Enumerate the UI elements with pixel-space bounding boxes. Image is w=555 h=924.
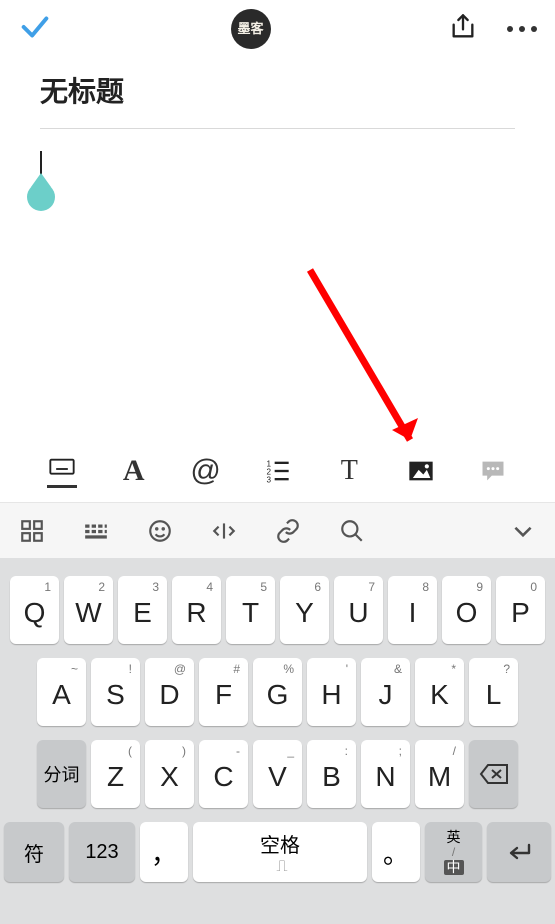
keyboard-row-4: 符 123 ， 空格⎍ 。 英 / 中 — [4, 822, 551, 882]
key-N[interactable]: ;N — [361, 740, 410, 808]
mic-icon: ⎍ — [276, 858, 287, 876]
enter-key[interactable] — [487, 822, 551, 882]
key-L[interactable]: ?L — [469, 658, 518, 726]
key-S[interactable]: !S — [91, 658, 140, 726]
key-X[interactable]: )X — [145, 740, 194, 808]
font-style-button[interactable]: A — [114, 451, 154, 491]
key-M[interactable]: /M — [415, 740, 464, 808]
key-Q[interactable]: 1Q — [10, 576, 59, 644]
confirm-button[interactable] — [18, 10, 52, 49]
svg-text:3: 3 — [267, 476, 272, 485]
key-E[interactable]: 3E — [118, 576, 167, 644]
key-P[interactable]: 0P — [496, 576, 545, 644]
title-style-button[interactable]: T — [329, 451, 369, 491]
keyboard-row-1: 1Q2W3E4R5T6Y7U8I9O0P — [4, 576, 551, 644]
clipboard-link-icon[interactable] — [270, 513, 306, 549]
backspace-key[interactable] — [469, 740, 518, 808]
annotation-arrow — [290, 260, 450, 470]
keyboard-layout-icon[interactable] — [78, 513, 114, 549]
emoji-icon[interactable] — [142, 513, 178, 549]
keyboard-quick-row — [0, 502, 555, 558]
key-C[interactable]: -C — [199, 740, 248, 808]
key-J[interactable]: &J — [361, 658, 410, 726]
more-button[interactable] — [507, 26, 537, 32]
period-key[interactable]: 。 — [372, 822, 420, 882]
mention-button[interactable]: @ — [186, 451, 226, 491]
fenci-key[interactable]: 分词 — [37, 740, 86, 808]
insert-image-button[interactable] — [401, 451, 441, 491]
keyboard-row-2: ~A!S@D#F%G'H&J*K?L — [4, 658, 551, 726]
list-button[interactable]: 123 — [257, 451, 297, 491]
collapse-keyboard-icon[interactable] — [505, 513, 541, 549]
share-button[interactable] — [449, 13, 477, 46]
key-Y[interactable]: 6Y — [280, 576, 329, 644]
key-R[interactable]: 4R — [172, 576, 221, 644]
key-K[interactable]: *K — [415, 658, 464, 726]
cursor-move-icon[interactable] — [206, 513, 242, 549]
key-V[interactable]: _V — [253, 740, 302, 808]
top-bar: 墨客 — [0, 0, 555, 58]
key-H[interactable]: 'H — [307, 658, 356, 726]
content-input[interactable] — [40, 149, 515, 209]
key-B[interactable]: :B — [307, 740, 356, 808]
key-I[interactable]: 8I — [388, 576, 437, 644]
title-input[interactable]: 无标题 — [40, 68, 515, 128]
grid-icon[interactable] — [14, 513, 50, 549]
key-F[interactable]: #F — [199, 658, 248, 726]
title-divider — [40, 128, 515, 129]
comment-button[interactable] — [473, 451, 513, 491]
keyboard: 1Q2W3E4R5T6Y7U8I9O0P ~A!S@D#F%G'H&J*K?L … — [0, 558, 555, 924]
editor-toolbar: A @ 123 T — [0, 440, 555, 502]
key-Z[interactable]: (Z — [91, 740, 140, 808]
search-icon[interactable] — [334, 513, 370, 549]
key-D[interactable]: @D — [145, 658, 194, 726]
key-O[interactable]: 9O — [442, 576, 491, 644]
key-A[interactable]: ~A — [37, 658, 86, 726]
numeric-key[interactable]: 123 — [69, 822, 135, 882]
key-T[interactable]: 5T — [226, 576, 275, 644]
cursor-handle[interactable] — [27, 183, 55, 211]
symbol-key[interactable]: 符 — [4, 822, 64, 882]
app-logo: 墨客 — [231, 9, 271, 49]
keyboard-toggle-button[interactable] — [42, 451, 82, 491]
key-W[interactable]: 2W — [64, 576, 113, 644]
keyboard-row-3: 分词 (Z)X-C_V:B;N/M — [4, 740, 551, 808]
editor-area: 无标题 — [0, 58, 555, 209]
key-G[interactable]: %G — [253, 658, 302, 726]
comma-key[interactable]: ， — [140, 822, 188, 882]
key-U[interactable]: 7U — [334, 576, 383, 644]
space-key[interactable]: 空格⎍ — [193, 822, 367, 882]
language-toggle-key[interactable]: 英 / 中 — [425, 822, 482, 882]
